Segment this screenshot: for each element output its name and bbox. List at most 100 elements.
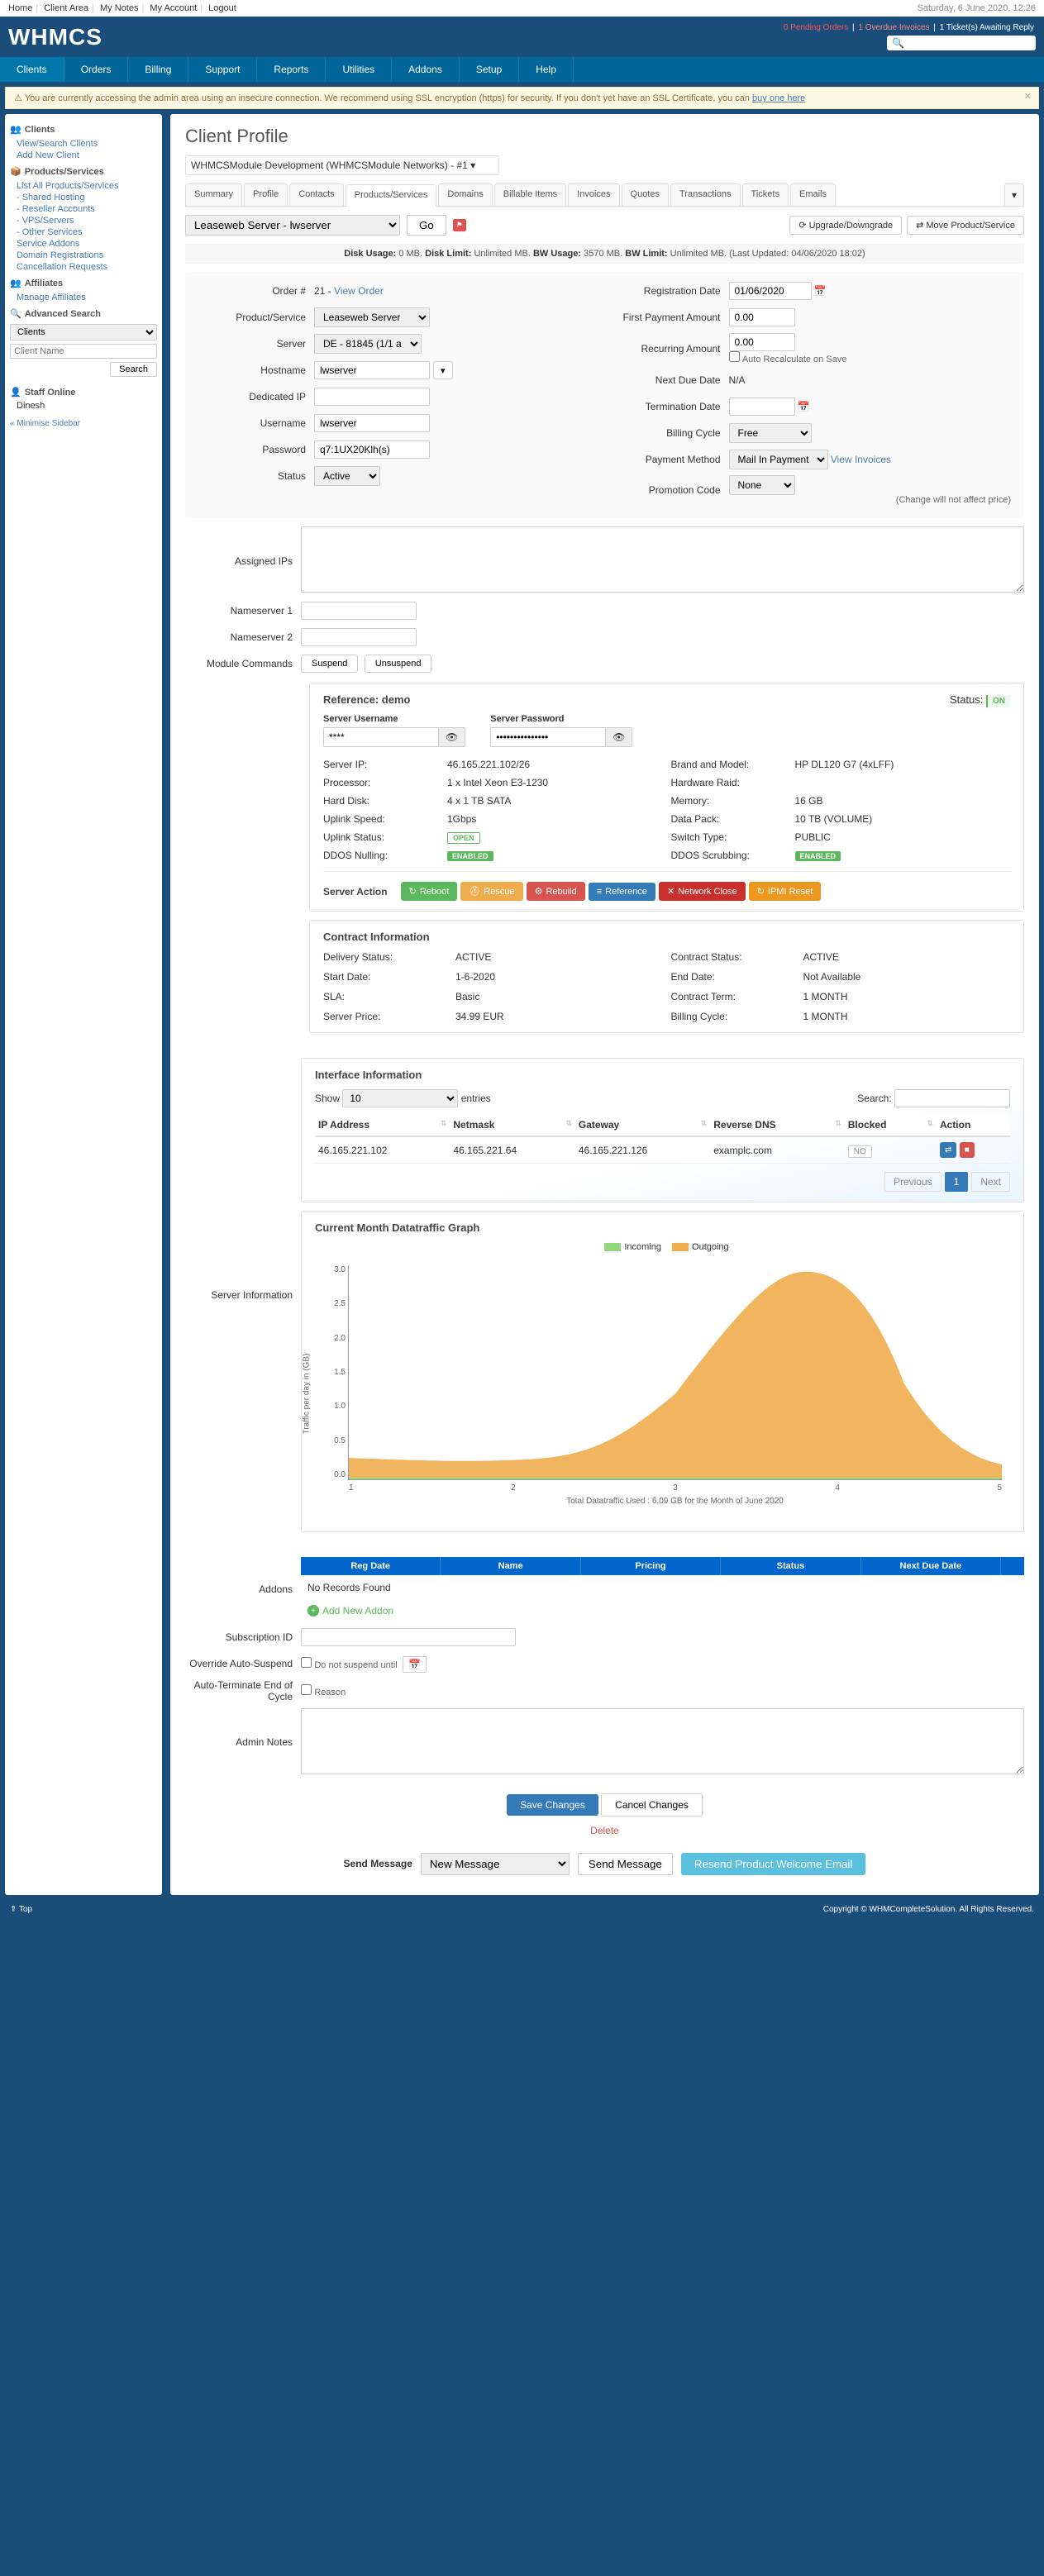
nav-clients[interactable]: Clients bbox=[0, 57, 64, 82]
tab-quotes[interactable]: Quotes bbox=[622, 183, 669, 206]
dt-search[interactable] bbox=[894, 1089, 1010, 1107]
cancel-changes-button[interactable]: Cancel Changes bbox=[601, 1793, 703, 1817]
page-prev[interactable]: Previous bbox=[884, 1172, 942, 1192]
reference-button[interactable]: ≡ Reference bbox=[589, 883, 655, 901]
nav-help[interactable]: Help bbox=[519, 57, 574, 82]
ate-checkbox[interactable] bbox=[301, 1684, 312, 1695]
row-edit-button[interactable]: ⇄ bbox=[940, 1142, 956, 1158]
global-search[interactable]: 🔍 bbox=[887, 36, 1036, 50]
suspend-button[interactable]: Suspend bbox=[301, 655, 358, 673]
sidebar-reseller[interactable]: - Reseller Accounts bbox=[10, 203, 157, 215]
product-select[interactable]: Leaseweb Server bbox=[314, 307, 430, 327]
rescue-button[interactable]: ⛑ Rescue bbox=[460, 882, 522, 901]
tab-tickets[interactable]: Tickets bbox=[742, 183, 789, 206]
tab-summary[interactable]: Summary bbox=[185, 183, 242, 206]
row-block-button[interactable]: ■ bbox=[960, 1142, 975, 1158]
pending-orders[interactable]: 0 Pending Orders bbox=[784, 23, 848, 32]
save-changes-button[interactable]: Save Changes bbox=[507, 1794, 598, 1816]
delete-link[interactable]: Delete bbox=[185, 1825, 1024, 1836]
ipmi-reset-button[interactable]: ↻ IPMI Reset bbox=[749, 882, 822, 901]
tickets-awaiting[interactable]: 1 Ticket(s) Awaiting Reply bbox=[940, 23, 1034, 32]
calendar-icon[interactable]: 📅 bbox=[403, 1656, 427, 1673]
calendar-icon[interactable]: 📅 bbox=[814, 285, 827, 297]
col-blocked[interactable]: Blocked⇅ bbox=[845, 1114, 937, 1136]
ns2-input[interactable] bbox=[301, 628, 417, 646]
nav-orders[interactable]: Orders bbox=[64, 57, 129, 82]
server-username[interactable] bbox=[323, 727, 439, 747]
status-select[interactable]: Active bbox=[314, 466, 380, 486]
back-to-top[interactable]: ⇑ Top bbox=[10, 1905, 32, 1914]
page-1[interactable]: 1 bbox=[945, 1172, 969, 1192]
col-rdns[interactable]: Reverse DNS⇅ bbox=[710, 1114, 845, 1136]
dedicated-ip-input[interactable] bbox=[314, 388, 430, 406]
password-input[interactable] bbox=[314, 440, 430, 459]
oas-checkbox[interactable] bbox=[301, 1657, 312, 1668]
reboot-button[interactable]: ↻ Reboot bbox=[401, 882, 458, 901]
upgrade-button[interactable]: ⟳ Upgrade/Downgrade bbox=[789, 216, 902, 235]
add-addon-button[interactable]: +Add New Addon bbox=[301, 1600, 400, 1621]
go-button[interactable]: Go bbox=[407, 215, 446, 236]
sidebar-other[interactable]: - Other Services bbox=[10, 226, 157, 238]
topbar-my-account[interactable]: My Account bbox=[150, 3, 197, 13]
reg-date-input[interactable] bbox=[729, 282, 812, 300]
minimize-sidebar[interactable]: « Minimise Sidebar bbox=[10, 419, 157, 428]
sidebar-cancel-req[interactable]: Cancellation Requests bbox=[10, 261, 157, 273]
resend-welcome-button[interactable]: Resend Product Welcome Email bbox=[681, 1853, 866, 1875]
nav-support[interactable]: Support bbox=[188, 57, 257, 82]
first-pay-input[interactable] bbox=[729, 308, 795, 326]
adv-search-type[interactable]: Clients bbox=[10, 324, 157, 340]
col-gateway[interactable]: Gateway⇅ bbox=[575, 1114, 710, 1136]
username-input[interactable] bbox=[314, 414, 430, 432]
tab-contacts[interactable]: Contacts bbox=[289, 183, 343, 206]
topbar-my-notes[interactable]: My Notes bbox=[100, 3, 138, 13]
hostname-input[interactable] bbox=[314, 361, 430, 379]
topbar-home[interactable]: Home bbox=[8, 3, 32, 13]
sidebar-domain-reg[interactable]: Domain Registrations bbox=[10, 250, 157, 261]
tab-more[interactable]: ▾ bbox=[1004, 183, 1024, 206]
topbar-logout[interactable]: Logout bbox=[208, 3, 236, 13]
rebuild-button[interactable]: ⚙ Rebuild bbox=[527, 882, 585, 901]
sidebar-list-all[interactable]: List All Products/Services bbox=[10, 180, 157, 192]
tab-invoices[interactable]: Invoices bbox=[568, 183, 619, 206]
server-select[interactable]: DE - 81845 (1/1 a bbox=[314, 334, 422, 354]
paymethod-select[interactable]: Mail In Payment bbox=[729, 450, 828, 469]
promo-select[interactable]: None bbox=[729, 475, 795, 495]
topbar-client-area[interactable]: Client Area bbox=[44, 3, 88, 13]
sidebar-shared-hosting[interactable]: - Shared Hosting bbox=[10, 192, 157, 203]
nav-addons[interactable]: Addons bbox=[392, 57, 460, 82]
col-ip[interactable]: IP Address⇅ bbox=[315, 1114, 450, 1136]
tab-domains[interactable]: Domains bbox=[438, 183, 492, 206]
sidebar-service-addons[interactable]: Service Addons bbox=[10, 238, 157, 250]
billing-cycle-select[interactable]: Free bbox=[729, 423, 812, 443]
tab-products-services[interactable]: Products/Services bbox=[346, 184, 437, 207]
tab-billable[interactable]: Billable Items bbox=[494, 183, 566, 206]
nav-utilities[interactable]: Utilities bbox=[326, 57, 392, 82]
adv-search-name[interactable] bbox=[10, 344, 157, 359]
unsuspend-button[interactable]: Unsuspend bbox=[365, 655, 432, 673]
move-button[interactable]: ⇄ Move Product/Service bbox=[907, 216, 1024, 235]
ssl-warning-close[interactable]: ✕ bbox=[1024, 91, 1032, 102]
sidebar-vps[interactable]: - VPS/Servers bbox=[10, 215, 157, 226]
tab-emails[interactable]: Emails bbox=[790, 183, 836, 206]
adv-search-button[interactable]: Search bbox=[110, 362, 157, 377]
server-password[interactable] bbox=[490, 727, 606, 747]
nav-setup[interactable]: Setup bbox=[460, 57, 519, 82]
hostname-dropdown[interactable]: ▾ bbox=[433, 361, 453, 379]
tab-profile[interactable]: Profile bbox=[244, 183, 288, 206]
calendar-icon[interactable]: 📅 bbox=[798, 401, 810, 412]
sidebar-view-search-clients[interactable]: View/Search Clients bbox=[10, 138, 157, 150]
send-msg-button[interactable]: Send Message bbox=[578, 1853, 673, 1875]
recalc-checkbox[interactable] bbox=[729, 351, 740, 362]
view-order-link[interactable]: View Order bbox=[334, 285, 384, 297]
admin-notes[interactable] bbox=[301, 1708, 1024, 1774]
sidebar-add-new-client[interactable]: Add New Client bbox=[10, 150, 157, 161]
dt-length[interactable]: 10 bbox=[342, 1089, 458, 1107]
nav-reports[interactable]: Reports bbox=[257, 57, 326, 82]
send-msg-select[interactable]: New Message bbox=[421, 1853, 570, 1875]
client-selector[interactable]: WHMCSModule Development (WHMCSModule Net… bbox=[185, 155, 499, 175]
global-search-input[interactable] bbox=[904, 38, 1031, 48]
recur-input[interactable] bbox=[729, 333, 795, 351]
tab-transactions[interactable]: Transactions bbox=[670, 183, 741, 206]
subscription-id[interactable] bbox=[301, 1628, 516, 1646]
reveal-pass-icon[interactable]: 👁 bbox=[606, 727, 632, 747]
